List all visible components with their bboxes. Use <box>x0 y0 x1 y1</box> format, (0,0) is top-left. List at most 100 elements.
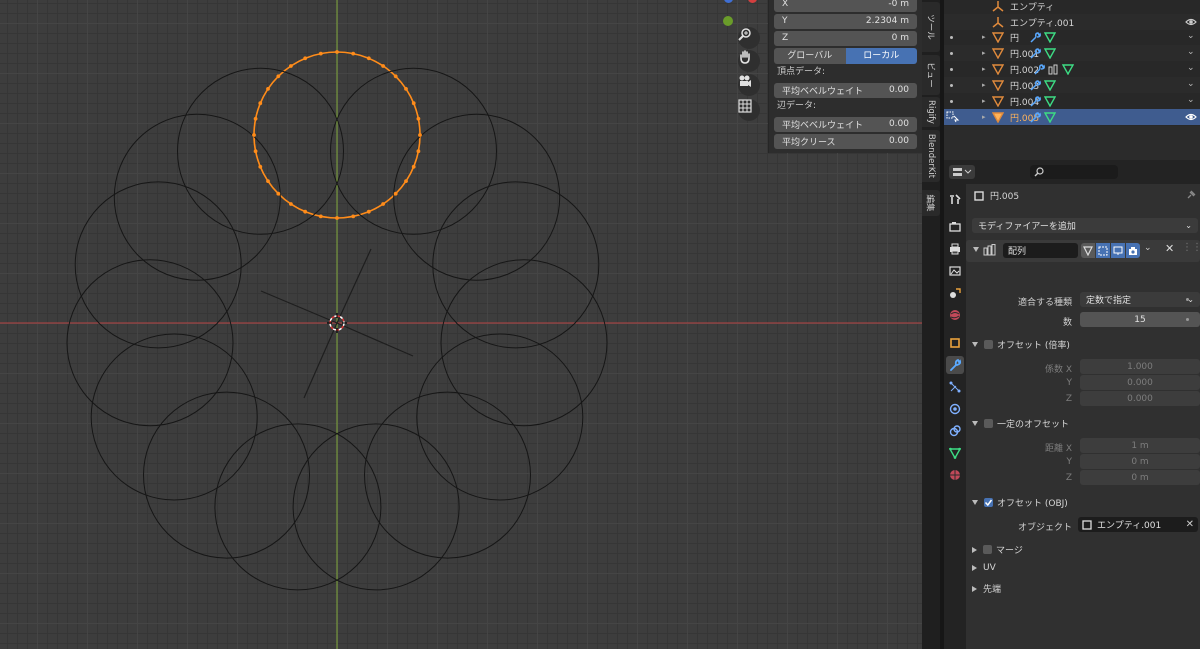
vertex-point[interactable] <box>416 116 421 121</box>
collapse-arrow-icon[interactable] <box>973 247 979 252</box>
tab-view[interactable]: ビュー <box>922 55 940 95</box>
vertex-point[interactable] <box>393 74 398 79</box>
factor-x-field[interactable]: 1.000 <box>1080 359 1200 374</box>
edit-mode-toggle[interactable] <box>1081 243 1095 258</box>
mesh-data-icon[interactable] <box>1044 31 1056 43</box>
y-field[interactable]: Y 2.2304 m <box>774 13 917 29</box>
wrench-icon[interactable] <box>1030 111 1041 123</box>
wrench-icon[interactable] <box>1034 63 1045 75</box>
vertex-bevel-weight-field[interactable]: 平均ベベルウェイト 0.00 <box>774 82 917 98</box>
editor-type-menu[interactable] <box>949 165 975 179</box>
expand-arrow-icon[interactable]: ▸ <box>982 113 986 121</box>
eye-icon[interactable] <box>1185 17 1197 27</box>
vertex-point[interactable] <box>258 101 263 106</box>
vertex-point[interactable] <box>393 191 398 196</box>
eye-closed-icon[interactable]: ⌄ <box>1187 63 1195 73</box>
select-object-icon[interactable] <box>946 111 960 123</box>
expand-arrow-icon[interactable]: ▸ <box>982 97 986 105</box>
relative-offset-section-header[interactable]: オフセット (倍率) <box>972 338 1070 351</box>
edge-bevel-weight-field[interactable]: 平均ベベルウェイト 0.00 <box>774 116 917 132</box>
vertex-point[interactable] <box>335 216 339 220</box>
vertex-point[interactable] <box>411 101 416 106</box>
tab-tool-settings[interactable] <box>946 190 964 208</box>
distance-y-field[interactable]: 0 m <box>1080 454 1200 469</box>
vertex-point[interactable] <box>351 214 356 219</box>
factor-y-field[interactable]: 0.000 <box>1080 375 1200 390</box>
vertex-point[interactable] <box>366 209 371 214</box>
vertex-point[interactable] <box>276 191 281 196</box>
local-button[interactable]: ローカル <box>845 48 917 64</box>
tab-rigify[interactable]: Rigify <box>922 97 940 127</box>
pan-button[interactable] <box>738 50 760 72</box>
vertex-point[interactable] <box>266 87 270 91</box>
clear-field-icon[interactable]: ✕ <box>1186 519 1194 530</box>
expand-arrow-icon[interactable]: ▸ <box>982 33 986 41</box>
vertex-point[interactable] <box>416 149 421 154</box>
modifier-name-field[interactable]: 配列 <box>1003 243 1078 258</box>
outliner-row-empty[interactable]: エンプティ <box>944 0 1200 14</box>
mesh-data-icon[interactable] <box>1044 95 1056 107</box>
select-dot-icon[interactable] <box>950 99 953 103</box>
zoom-button[interactable] <box>738 27 760 49</box>
tab-world[interactable] <box>946 306 964 324</box>
eye-closed-icon[interactable]: ⌄ <box>1187 31 1195 41</box>
pin-icon[interactable] <box>1186 190 1196 200</box>
wrench-icon[interactable] <box>1030 79 1041 91</box>
vertex-point[interactable] <box>318 51 323 56</box>
vertex-point[interactable] <box>303 209 308 214</box>
vertex-point[interactable] <box>289 202 293 206</box>
caps-section-header[interactable]: 先端 <box>972 582 1001 595</box>
object-offset-checkbox[interactable] <box>984 498 993 507</box>
vertex-point[interactable] <box>335 50 339 54</box>
vertex-point[interactable] <box>289 64 293 68</box>
properties-search-input[interactable] <box>1030 165 1118 179</box>
keyframe-dot-icon[interactable] <box>1186 318 1189 321</box>
count-field[interactable]: 15 <box>1080 312 1200 327</box>
merge-checkbox[interactable] <box>983 545 992 554</box>
select-dot-icon[interactable] <box>950 83 953 87</box>
modifier-menu-chevron-icon[interactable]: ⌄ <box>1144 243 1152 253</box>
viewport-toggle[interactable] <box>1111 243 1125 258</box>
tab-render[interactable] <box>946 218 964 236</box>
select-dot-icon[interactable] <box>950 51 953 55</box>
tab-constraints[interactable] <box>946 422 964 440</box>
uv-section-header[interactable]: UV <box>972 563 996 573</box>
vertex-point[interactable] <box>258 164 263 169</box>
vertex-point[interactable] <box>303 56 308 61</box>
merge-section-header[interactable]: マージ <box>972 543 1023 556</box>
vertex-point[interactable] <box>381 64 385 68</box>
expand-arrow-icon[interactable]: ▸ <box>982 65 986 73</box>
vertex-point[interactable] <box>276 74 281 79</box>
camera-view-button[interactable] <box>738 74 760 96</box>
keyframe-dot-icon[interactable] <box>1186 298 1189 301</box>
tab-blenderkit[interactable]: BlenderKit <box>922 130 940 182</box>
vertex-point[interactable] <box>253 116 258 121</box>
constant-offset-checkbox[interactable] <box>984 419 993 428</box>
close-icon[interactable]: ✕ <box>1165 242 1174 255</box>
eye-closed-icon[interactable]: ⌄ <box>1187 47 1195 57</box>
tab-scene[interactable] <box>946 284 964 302</box>
vertex-point[interactable] <box>351 51 356 56</box>
gizmo-y-axis-dot[interactable] <box>723 16 733 26</box>
tab-object-data[interactable] <box>946 444 964 462</box>
outliner-row-mesh[interactable]: ▸ 円.001 ⌄ <box>944 45 1200 61</box>
eye-icon[interactable] <box>1185 112 1197 122</box>
tab-output[interactable] <box>946 240 964 258</box>
relative-offset-checkbox[interactable] <box>984 340 993 349</box>
ortho-toggle-button[interactable] <box>738 99 760 121</box>
cage-toggle[interactable] <box>1096 243 1110 258</box>
vertex-point[interactable] <box>252 133 256 137</box>
mesh-data-icon[interactable] <box>1044 111 1056 123</box>
wrench-icon[interactable] <box>1030 95 1041 107</box>
distance-x-field[interactable]: 1 m <box>1080 438 1200 453</box>
3d-viewport[interactable]: X -0 m Y 2.2304 m Z 0 m グローバル ローカル 頂点データ: 平… <box>0 0 924 649</box>
object-offset-section-header[interactable]: オフセット (OBJ) <box>972 496 1068 509</box>
outliner-row-mesh[interactable]: ▸ 円 ⌄ <box>944 29 1200 45</box>
outliner-row-mesh[interactable]: ▸ 円.002 ⌄ <box>944 61 1200 77</box>
tab-view-layer[interactable] <box>946 262 964 280</box>
mesh-data-icon[interactable] <box>1062 63 1074 75</box>
add-modifier-button[interactable]: モディファイアーを追加 ⌄ <box>972 218 1198 233</box>
offset-object-field[interactable]: エンプティ.001 ✕ <box>1078 517 1198 532</box>
vertex-point[interactable] <box>404 179 408 184</box>
tab-object[interactable] <box>946 334 964 352</box>
